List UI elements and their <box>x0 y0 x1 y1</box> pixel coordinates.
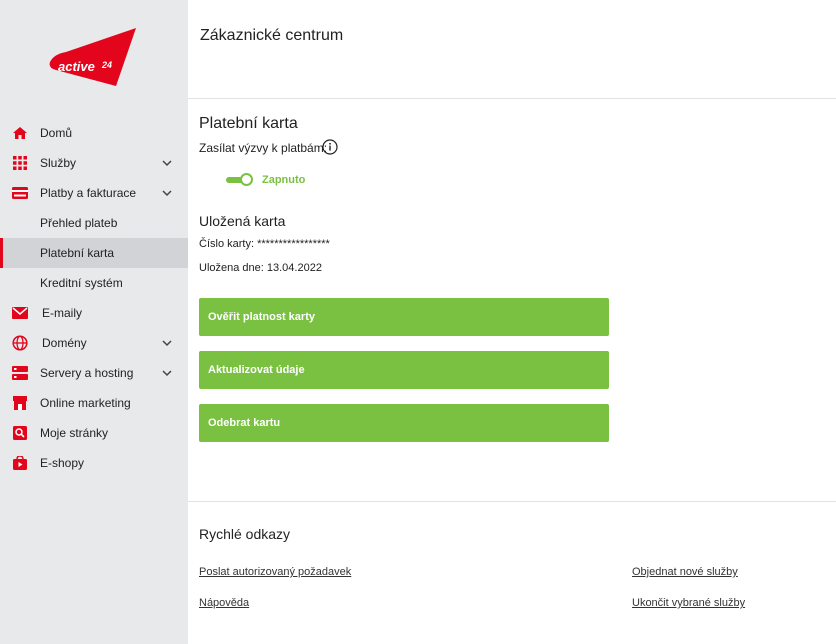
toggle-knob <box>240 173 253 186</box>
sidebar-item-platebni-karta[interactable]: Platební karta <box>0 238 188 268</box>
sidebar-item-label: Online marketing <box>40 396 131 410</box>
verify-card-button[interactable]: Ověřit platnost karty <box>199 298 609 336</box>
sidebar-item-sluzby[interactable]: Služby <box>0 148 188 178</box>
link-order-services[interactable]: Objednat nové služby <box>632 566 738 578</box>
shop-bag-icon <box>12 456 28 470</box>
toggle-state-label: Zapnuto <box>262 174 306 186</box>
sidebar-item-online-marketing[interactable]: Online marketing <box>0 388 188 418</box>
sidebar-item-eshopy[interactable]: E-shopy <box>0 448 188 478</box>
update-card-button[interactable]: Aktualizovat údaje <box>199 351 609 389</box>
link-authorized-request[interactable]: Poslat autorizovaný požadavek <box>199 566 351 578</box>
grid-icon <box>12 156 28 170</box>
chevron-down-icon[interactable] <box>160 367 174 379</box>
mail-icon <box>12 306 28 320</box>
sidebar-item-label: Domény <box>42 336 87 350</box>
link-help[interactable]: Nápověda <box>199 597 249 609</box>
sidebar-item-moje-stranky[interactable]: Moje stránky <box>0 418 188 448</box>
card-number: Číslo karty: ***************** <box>199 238 330 250</box>
notify-toggle[interactable] <box>226 172 254 188</box>
sidebar-item-label: Domů <box>40 126 73 140</box>
sidebar-item-label: Moje stránky <box>40 426 109 440</box>
svg-text:active: active <box>58 59 95 74</box>
chevron-down-icon[interactable] <box>160 337 174 349</box>
top-header: Zákaznické centrum <box>188 0 836 99</box>
sidebar-item-servery[interactable]: Servery a hosting <box>0 358 188 388</box>
info-icon[interactable] <box>322 139 338 155</box>
sidebar-item-label: Přehled plateb <box>40 216 118 230</box>
section-title: Platební karta <box>199 115 298 132</box>
chevron-down-icon[interactable] <box>160 187 174 199</box>
server-icon <box>12 366 28 380</box>
link-cancel-services[interactable]: Ukončit vybrané služby <box>632 597 745 609</box>
store-icon <box>12 396 28 410</box>
svg-text:24: 24 <box>101 60 112 70</box>
sidebar-item-label: Platby a fakturace <box>40 186 137 200</box>
sidebar-nav: Domů Služby Platby a fakturace Přehled p… <box>0 118 188 478</box>
sidebar-item-label: E-shopy <box>40 456 85 470</box>
sidebar-item-label: Kreditní systém <box>40 276 123 290</box>
web-search-icon <box>12 426 28 440</box>
sidebar-item-label: Platební karta <box>40 246 115 260</box>
sidebar-item-label: Služby <box>40 156 77 170</box>
brand-logo[interactable]: active 24 <box>46 24 142 90</box>
sidebar-item-prehled-plateb[interactable]: Přehled plateb <box>0 208 188 238</box>
sidebar-item-domeny[interactable]: Domény <box>0 328 188 358</box>
card-saved-date: Uložena dne: 13.04.2022 <box>199 262 322 274</box>
saved-card-title: Uložená karta <box>199 213 286 229</box>
home-icon <box>12 126 28 140</box>
sidebar-item-label: E-maily <box>42 306 83 320</box>
sidebar: active 24 Domů Služby Platby a fakturace… <box>0 0 188 644</box>
notify-label: Zasílat výzvy k platbám: <box>199 141 328 155</box>
sidebar-item-domu[interactable]: Domů <box>0 118 188 148</box>
credit-card-icon <box>12 186 28 200</box>
chevron-down-icon[interactable] <box>160 157 174 169</box>
remove-card-button[interactable]: Odebrat kartu <box>199 404 609 442</box>
sidebar-item-label: Servery a hosting <box>40 366 134 380</box>
quick-links: Rychlé odkazy Poslat autorizovaný požada… <box>188 501 836 644</box>
sidebar-item-platby[interactable]: Platby a fakturace <box>0 178 188 208</box>
page-title: Zákaznické centrum <box>200 27 344 44</box>
sidebar-item-emaily[interactable]: E-maily <box>0 298 188 328</box>
sidebar-item-kreditni-system[interactable]: Kreditní systém <box>0 268 188 298</box>
globe-icon <box>12 335 28 351</box>
quick-links-title: Rychlé odkazy <box>199 526 291 542</box>
